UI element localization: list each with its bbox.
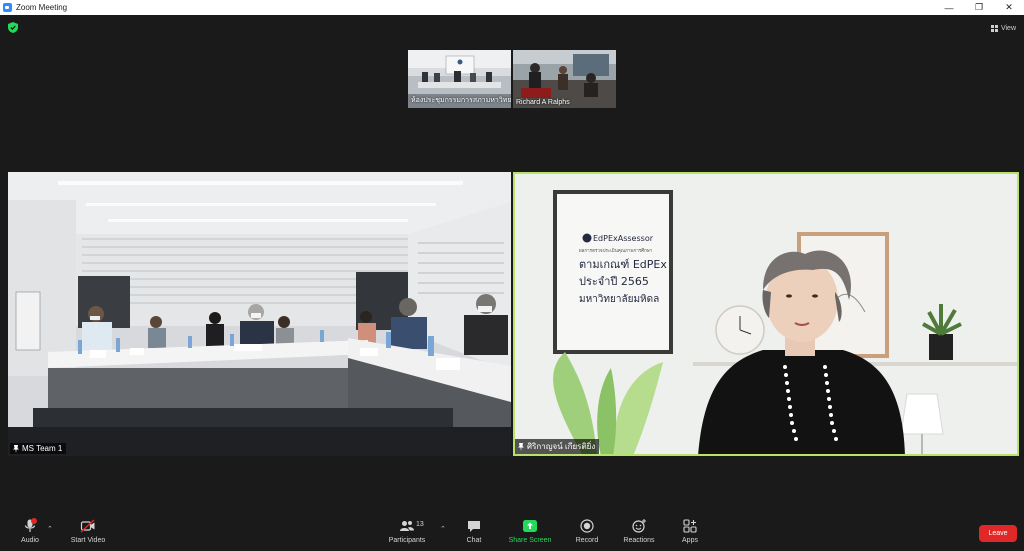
thumbnail-video-2[interactable]: Richard A Ralphs (513, 50, 616, 108)
pin-icon (13, 444, 19, 453)
participants-label: Participants (388, 537, 426, 544)
leave-button[interactable]: Leave (979, 525, 1017, 542)
record-icon (580, 519, 594, 533)
participants-count: 13 (416, 521, 424, 528)
reactions-label: Reactions (623, 537, 655, 544)
tile-name-label: ศิริกาญจน์ เกียรติยิ่ง (515, 439, 600, 454)
share-screen-icon (523, 520, 537, 532)
view-button[interactable]: View (990, 22, 1016, 34)
slide-line-4: มหาวิทยาลัยมหิดล (579, 294, 659, 305)
tile-1-name: MS Team 1 (22, 444, 63, 453)
close-button[interactable]: ✕ (994, 0, 1024, 15)
slide-line-1: ผลการตรวจประเมินคุณภาพการศึกษา (579, 248, 653, 254)
participants-icon (400, 521, 414, 531)
zoom-app-icon (3, 3, 12, 12)
grid-view-icon (990, 24, 998, 32)
zoom-window: Zoom Meeting — ❐ ✕ View ห้องประชุมกรรมกา… (0, 0, 1024, 551)
meeting-toolbar: Audio ⌃ Start Video Participants 13 ⌃ Ch… (0, 512, 1024, 551)
restore-button[interactable]: ❐ (964, 0, 994, 15)
chat-icon (468, 521, 480, 532)
start-video-label: Start Video (70, 537, 106, 544)
view-label: View (1000, 24, 1016, 32)
chat-button[interactable]: Chat (444, 518, 504, 544)
record-button[interactable]: Record (557, 518, 617, 544)
tile-name-label: MS Team 1 (10, 443, 67, 454)
audio-label: Audio (21, 537, 39, 544)
audio-options-caret[interactable]: ⌃ (47, 525, 53, 533)
chat-label: Chat (466, 537, 482, 544)
presenter-video: EdPExAssessor ผลการตรวจประเมินคุณภาพการศ… (513, 172, 1019, 456)
slide-line-2: ตามเกณฑ์ EdPEx (579, 258, 667, 271)
tile-2-name: ศิริกาญจน์ เกียรติยิ่ง (527, 442, 596, 451)
minimize-button[interactable]: — (934, 0, 964, 15)
start-video-button[interactable]: Start Video (58, 518, 118, 544)
thumbnail-2-name: Richard A Ralphs (516, 99, 570, 106)
video-tile-ms-team[interactable]: MS Team 1 (8, 172, 511, 456)
title-bar: Zoom Meeting — ❐ ✕ (0, 0, 1024, 15)
video-tile-active-speaker[interactable]: EdPExAssessor ผลการตรวจประเมินคุณภาพการศ… (513, 172, 1019, 456)
apps-icon (683, 519, 697, 533)
apps-button[interactable]: Apps (660, 518, 720, 544)
apps-label: Apps (682, 537, 698, 544)
slide-brand: EdPExAssessor (593, 234, 654, 243)
security-shield-icon[interactable] (8, 22, 18, 33)
share-screen-label: Share Screen (508, 537, 552, 544)
pin-icon (518, 442, 524, 451)
conference-room-video (8, 172, 511, 456)
microphone-icon (24, 518, 37, 532)
video-off-icon (80, 519, 95, 533)
thumbnail-video-1[interactable]: ห้องประชุมกรรมการสภามหาวิทยาลัย E (408, 50, 511, 108)
window-title: Zoom Meeting (16, 3, 68, 12)
reactions-icon (632, 519, 646, 533)
share-screen-button[interactable]: Share Screen (500, 518, 560, 544)
participants-button[interactable]: Participants (377, 518, 437, 544)
slide-line-3: ประจำปี 2565 (579, 275, 649, 288)
record-label: Record (575, 537, 599, 544)
thumbnail-1-name: ห้องประชุมกรรมการสภามหาวิทยาลัย E (411, 97, 511, 104)
